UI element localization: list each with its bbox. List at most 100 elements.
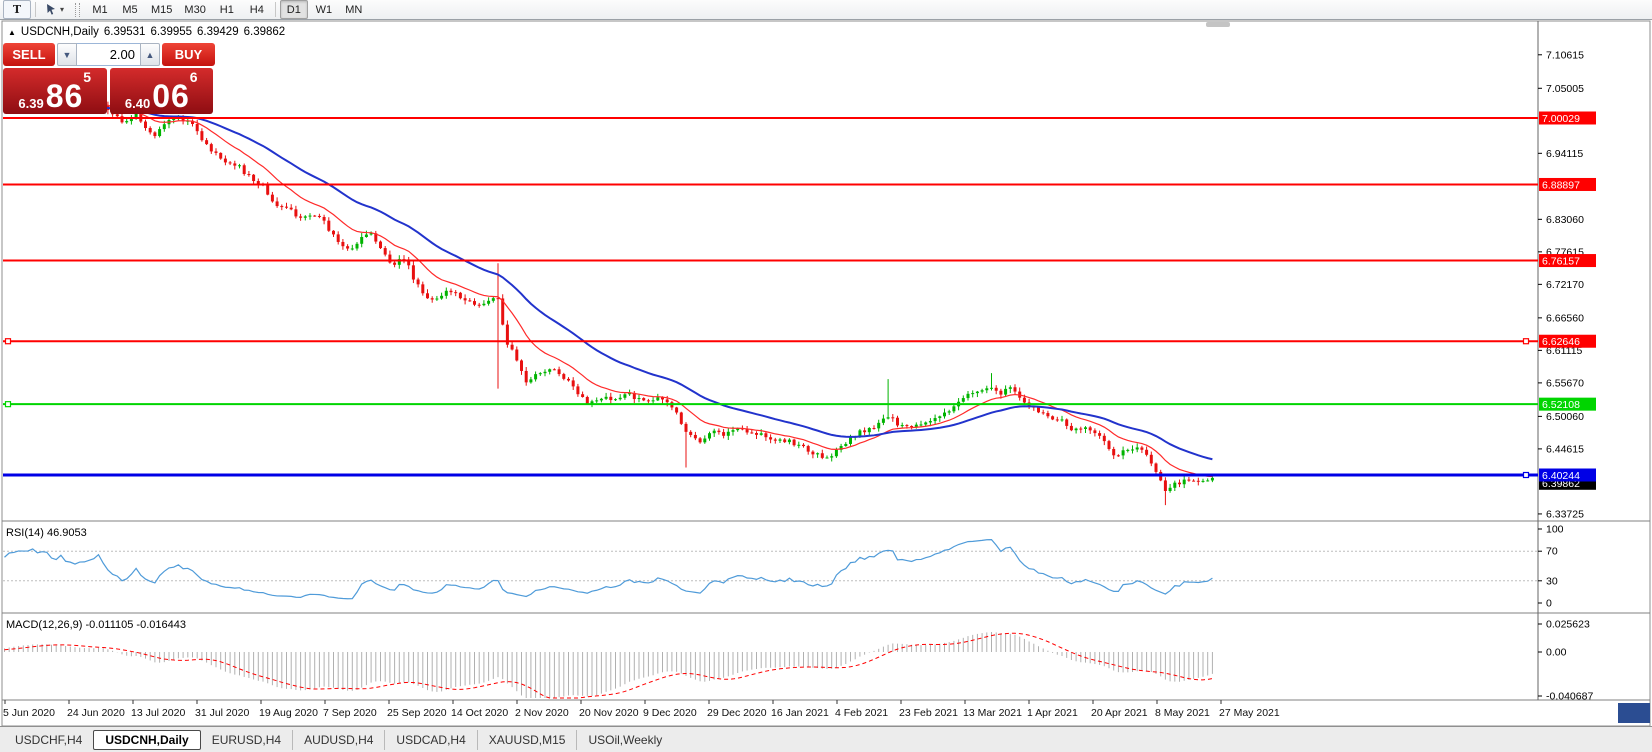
candle-body [755, 432, 758, 435]
symbol-period-label: USDCNH,Daily [20, 26, 99, 38]
chart-tab-eurusd-h4[interactable]: EURUSD,H4 [201, 730, 292, 750]
timeframe-button-m30[interactable]: M30 [179, 0, 210, 19]
candle-body [792, 439, 796, 446]
candle-body [599, 398, 603, 401]
sell-price-display[interactable]: 6.39 86 5 [3, 68, 107, 114]
candle-body [595, 400, 599, 402]
line-price-label-6.52108: 6.52108 [1539, 397, 1596, 411]
caret-up-icon: ▲ [145, 49, 155, 60]
sell-button[interactable]: SELL [3, 43, 55, 66]
candle-body [1088, 427, 1092, 431]
buy-button[interactable]: BUY [162, 43, 215, 66]
timeframe-button-mn[interactable]: MN [340, 0, 368, 19]
collapse-trade-panel-icon[interactable]: ▲ [8, 28, 16, 37]
candle-body [947, 411, 951, 413]
candle-body [1126, 449, 1130, 451]
candle-body [1116, 455, 1120, 457]
candle-body [759, 433, 763, 435]
date-tick-label: 13 Mar 2021 [963, 707, 1022, 719]
candle-body [773, 439, 777, 441]
date-axis: 5 Jun 2020 24 Jun 2020 13 Jul 2020 31 Jul 2… [3, 700, 1280, 719]
timeframe-button-group: M1 M5 M15 M30 H1 H4 D1 W1 MN [85, 0, 369, 19]
timeframe-button-m5[interactable]: M5 [116, 0, 144, 19]
candle-body [712, 430, 716, 434]
date-tick-label: 19 Aug 2020 [259, 707, 318, 719]
cursor-tool-button[interactable]: ▾ [40, 0, 69, 19]
candle-body [656, 397, 660, 401]
chart-tab-xauusd-m15[interactable]: XAUUSD,M15 [476, 729, 577, 750]
scrollbar-corner[interactable] [1618, 703, 1650, 723]
candle-body [421, 284, 425, 294]
timeframe-button-h4[interactable]: H4 [243, 0, 271, 19]
candle-body [778, 439, 782, 441]
candle-body [1079, 428, 1083, 430]
line-handle[interactable] [1522, 338, 1530, 345]
chart-tab-usdchf-h4[interactable]: USDCHF,H4 [4, 730, 93, 750]
chart-title: ▲ USDCNH,Daily 6.39531 6.39955 6.39429 6… [8, 26, 285, 38]
slow-ma-blue[interactable] [98, 106, 1213, 461]
price-tick-label: 6.94115 [1546, 148, 1583, 160]
candle-body [787, 439, 791, 443]
chart-tab-usoil-weekly[interactable]: USOil,Weekly [576, 729, 673, 750]
candle-body [1131, 449, 1134, 451]
toolbar-separator [35, 2, 36, 17]
chart-tab-audusd-h4[interactable]: AUDUSD,H4 [292, 729, 384, 750]
line-handle[interactable] [4, 338, 12, 345]
line-handle[interactable] [4, 401, 12, 408]
candle-body [1046, 413, 1050, 417]
candle-body [1187, 479, 1191, 481]
buy-price-display[interactable]: 6.40 06 6 [109, 68, 213, 114]
date-tick-label: 20 Nov 2020 [579, 707, 639, 719]
macd-axis-label: -0.040687 [1546, 691, 1593, 703]
rsi-axis-label: 30 [1546, 575, 1558, 587]
candle-body [816, 453, 820, 455]
chart-scrollbar-thumb[interactable] [1206, 22, 1230, 27]
candle-body [383, 248, 387, 255]
timeframe-button-w1[interactable]: W1 [310, 0, 338, 19]
buy-price-sup: 6 [189, 69, 198, 85]
volume-increase-button[interactable]: ▲ [140, 43, 160, 66]
timeframe-button-h1[interactable]: H1 [213, 0, 241, 19]
date-tick-label: 7 Sep 2020 [323, 707, 377, 719]
candle-body [618, 397, 622, 400]
line-handle[interactable] [1522, 471, 1530, 479]
candle-body [270, 194, 274, 202]
text-tool-button[interactable]: T [3, 0, 31, 19]
candle-body [233, 163, 237, 166]
candle-body [783, 439, 787, 443]
chart-window: 7.10615 7.05005 6.94115 6.83060 6.77615 6.721… [0, 20, 1652, 726]
svg-text:6.40244: 6.40244 [1542, 470, 1580, 482]
timeframe-button-m1[interactable]: M1 [86, 0, 114, 19]
timeframe-button-d1[interactable]: D1 [279, 0, 308, 19]
chart-canvas[interactable]: 7.106157.050056.941156.830606.776156.721… [0, 20, 1652, 726]
volume-decrease-button[interactable]: ▼ [57, 43, 77, 66]
candle-body [172, 119, 176, 121]
candle-body [487, 300, 491, 304]
svg-text:6.52108: 6.52108 [1542, 399, 1580, 411]
candle-body [144, 121, 147, 129]
candle-body [802, 444, 805, 447]
candle-body [214, 151, 218, 153]
candle-body [379, 241, 382, 249]
price-tick-label: 6.83060 [1546, 214, 1584, 226]
chart-tab-bar: USDCHF,H4 USDCNH,Daily EURUSD,H4 AUDUSD,H4 U… [0, 726, 1652, 752]
fast-ma-red[interactable] [98, 103, 1213, 478]
toolbar-grip[interactable] [75, 2, 81, 17]
chart-tab-usdcnh-daily[interactable]: USDCNH,Daily [93, 729, 201, 750]
candle-body [604, 396, 608, 399]
line-price-label-6.62646: 6.62646 [1539, 334, 1596, 348]
volume-input[interactable] [77, 43, 140, 66]
timeframe-button-m15[interactable]: M15 [146, 0, 177, 19]
candle-body [416, 279, 420, 285]
candle-body [444, 290, 448, 296]
price-tick-label: 6.50060 [1546, 411, 1584, 423]
candle-body [1201, 480, 1205, 482]
chart-tab-usdcad-h4[interactable]: USDCAD,H4 [384, 729, 476, 750]
candle-body [750, 432, 754, 434]
candle-body [910, 426, 914, 428]
candle-body [313, 215, 317, 217]
candle-body [646, 400, 650, 402]
candle-body [820, 453, 824, 458]
candle-body [275, 201, 279, 207]
price-tick-label: 7.10615 [1546, 49, 1584, 61]
